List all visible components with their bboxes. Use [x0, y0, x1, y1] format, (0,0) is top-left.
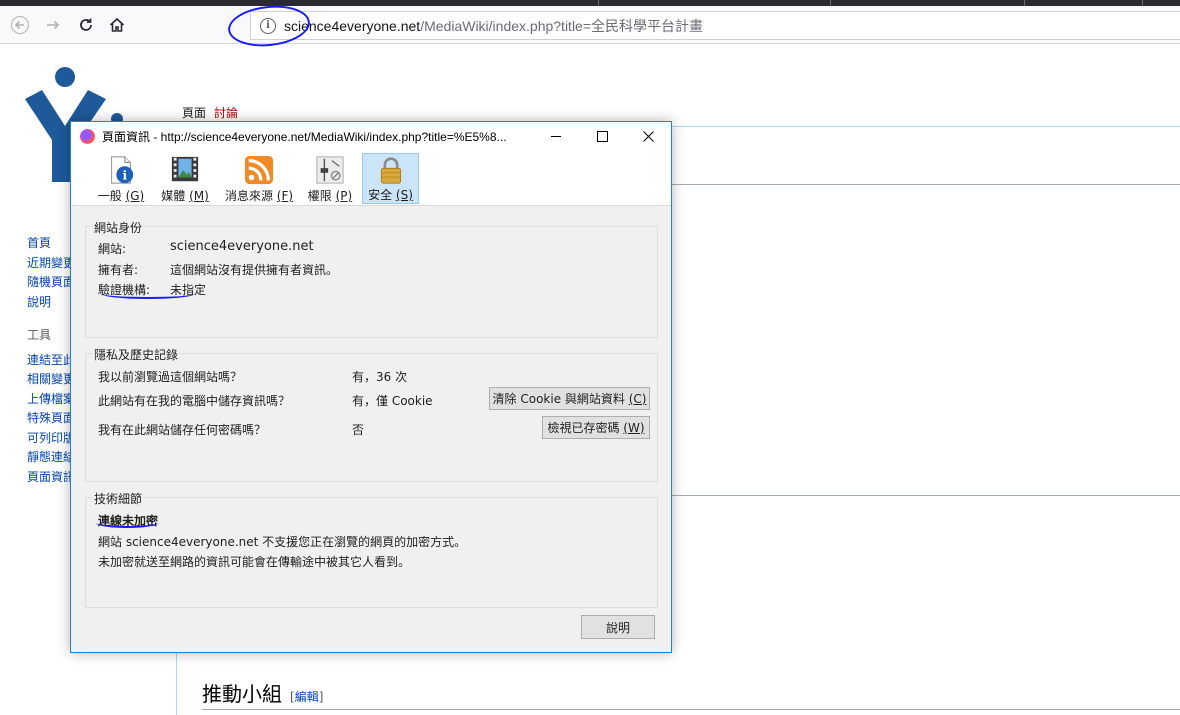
reload-icon — [80, 18, 92, 31]
tab-general[interactable]: i 一般 (G) — [97, 153, 145, 204]
forward-button[interactable] — [39, 12, 67, 38]
section-edit: [編輯] — [290, 690, 323, 704]
owner-label: 擁有者: — [98, 263, 139, 277]
close-button[interactable] — [625, 122, 671, 151]
sidebar-item-related-changes[interactable]: 相關變更 — [27, 370, 72, 390]
section-title: 推動小組 — [202, 682, 282, 706]
media-icon — [171, 156, 199, 182]
sidebar-item-random-page[interactable]: 隨機頁面 — [27, 273, 72, 293]
tab-permissions-label: 權限 (P) — [307, 189, 353, 203]
stored-info-answer: 有，僅 Cookie — [352, 394, 433, 408]
minimize-icon — [550, 136, 561, 137]
sidebar-item-what-links-here[interactable]: 連結至此的頁面 — [27, 351, 72, 371]
privacy-legend: 隱私及歷史記錄 — [93, 346, 180, 363]
maximize-icon — [596, 131, 608, 142]
clear-cookies-button[interactable]: 清除 Cookie 與網站資料 (C) — [489, 387, 650, 410]
sidebar-item-permalink[interactable]: 靜態連結 — [27, 448, 72, 468]
tab-security[interactable]: 安全 (S) — [362, 153, 419, 204]
sidebar-item-recent-changes[interactable]: 近期變更 — [27, 254, 72, 274]
website-value: science4everyone.net — [170, 239, 314, 254]
wiki-tabs: 頁面 討論 — [182, 104, 246, 121]
divider — [672, 184, 1180, 185]
sidebar-heading-tools: 工具 — [27, 328, 52, 342]
dialog-titlebar[interactable]: 頁面資訊 - http://science4everyone.net/Media… — [71, 122, 671, 151]
website-identity-group: 網站身份 網站: science4everyone.net 擁有者: 這個網站沒… — [85, 219, 658, 338]
passwords-question: 我有在此網站儲存任何密碼嗎？ — [98, 423, 267, 437]
sidebar-item-main-page[interactable]: 首頁 — [27, 234, 72, 254]
visited-answer: 有，36 次 — [352, 370, 408, 384]
technical-legend: 技術細節 — [93, 490, 144, 507]
section-heading: 推動小組 [編輯] — [202, 678, 1180, 710]
tab-feeds-label: 消息來源 (F) — [224, 189, 294, 203]
passwords-answer: 否 — [352, 423, 365, 437]
rss-icon — [244, 155, 274, 185]
navigation-toolbar: i science4everyone.net/MediaWiki/index.p… — [0, 6, 1180, 44]
website-label: 網站: — [98, 242, 127, 256]
tab-talk[interactable]: 討論 — [214, 106, 238, 120]
tab-permissions[interactable]: 權限 (P) — [307, 153, 353, 204]
firefox-icon — [80, 129, 95, 144]
page-info-dialog: 頁面資訊 - http://science4everyone.net/Media… — [70, 121, 672, 653]
home-button[interactable] — [103, 12, 131, 38]
close-icon — [642, 131, 654, 142]
encryption-warning: 未加密就送至網路的資訊可能會在傳輸途中被其它人看到。 — [98, 555, 411, 569]
tab-general-label: 一般 (G) — [97, 189, 145, 203]
tab-security-label: 安全 (S) — [368, 188, 413, 202]
dialog-title: 頁面資訊 - http://science4everyone.net/Media… — [102, 130, 507, 144]
technical-details-group: 技術細節 連線未加密 網站 science4everyone.net 不支援您正… — [85, 490, 658, 608]
edit-link[interactable]: 編輯 — [295, 690, 319, 704]
visited-question: 我以前瀏覽過這個網站嗎？ — [98, 370, 243, 384]
wiki-sidebar: 首頁 近期變更 隨機頁面 說明 工具 連結至此的頁面 相關變更 上傳檔案 特殊頁… — [27, 234, 72, 487]
help-button[interactable]: 說明 — [581, 615, 655, 639]
sidebar-item-printable[interactable]: 可列印版 — [27, 429, 72, 449]
encryption-notice: 網站 science4everyone.net 不支援您正在瀏覽的網頁的加密方式… — [98, 535, 467, 549]
tab-page[interactable]: 頁面 — [182, 106, 206, 120]
view-saved-passwords-button[interactable]: 檢視已存密碼 (W) — [542, 416, 650, 439]
minimize-button[interactable] — [533, 122, 579, 151]
tab-media-label: 媒體 (M) — [161, 189, 209, 203]
forward-arrow-icon — [47, 20, 60, 30]
url-text[interactable]: science4everyone.net/MediaWiki/index.php… — [284, 16, 703, 36]
divider — [672, 495, 1180, 496]
privacy-history-group: 隱私及歷史記錄 我以前瀏覽過這個網站嗎？ 有，36 次 此網站有在我的電腦中儲存… — [85, 346, 658, 482]
permissions-icon — [316, 156, 344, 184]
identity-legend: 網站身份 — [93, 219, 144, 236]
sidebar-item-upload-file[interactable]: 上傳檔案 — [27, 390, 72, 410]
owner-value: 這個網站沒有提供擁有者資訊。 — [170, 263, 339, 277]
back-button[interactable] — [6, 12, 34, 38]
home-icon — [109, 17, 125, 32]
reload-button[interactable] — [72, 12, 100, 38]
maximize-button[interactable] — [579, 122, 625, 151]
back-arrow-icon — [11, 16, 29, 34]
tab-media[interactable]: 媒體 (M) — [159, 153, 211, 204]
url-bar[interactable]: i science4everyone.net/MediaWiki/index.p… — [250, 11, 1180, 40]
annotation-underline — [96, 518, 158, 528]
info-icon: i — [111, 156, 134, 184]
annotation-underline — [102, 289, 194, 299]
svg-text:i: i — [122, 168, 127, 182]
tab-feeds[interactable]: 消息來源 (F) — [224, 153, 294, 204]
edit-bracket-close: ] — [318, 690, 324, 704]
stored-info-question: 此網站有在我的電腦中儲存資訊嗎？ — [98, 394, 291, 408]
sidebar-item-special-pages[interactable]: 特殊頁面 — [27, 409, 72, 429]
sidebar-item-page-info[interactable]: 頁面資訊 — [27, 468, 72, 488]
dialog-tab-toolbar: i 一般 (G) 媒體 (M) 消息來源 (F) 權限 (P) 安全 (S) — [71, 151, 671, 206]
url-path: /MediaWiki/index.php?title=全民科學平台計畫 — [420, 17, 704, 34]
lock-icon — [380, 157, 401, 184]
sidebar-item-help[interactable]: 說明 — [27, 293, 72, 313]
